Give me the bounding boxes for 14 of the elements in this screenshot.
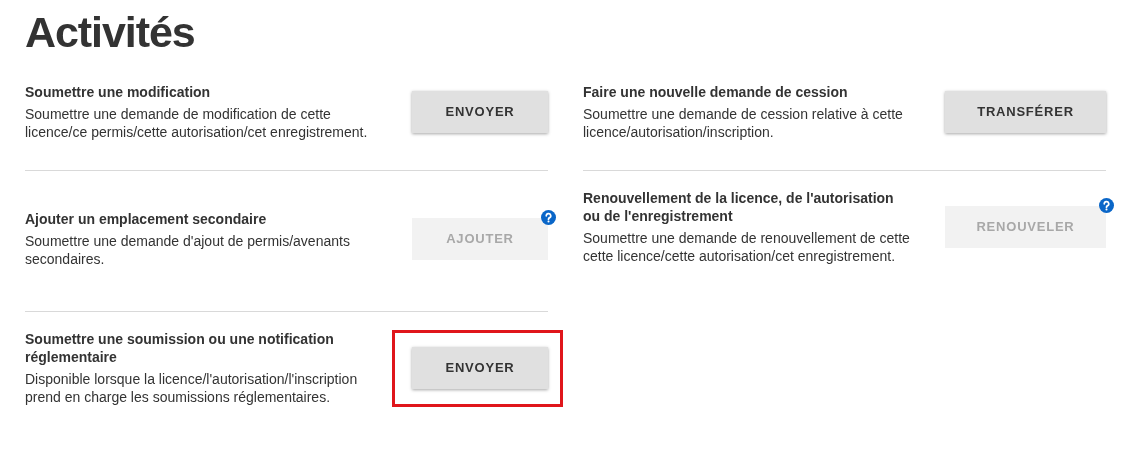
activity-title: Soumettre une modification bbox=[25, 83, 212, 101]
activity-title: Renouvellement de la licence, de l'autorisation ou de l'enregistrement bbox=[583, 189, 895, 225]
page-title: Activités bbox=[25, 7, 196, 58]
action-button[interactable]: ENVOYER bbox=[412, 347, 548, 389]
activity-title: Ajouter un emplacement secondaire bbox=[25, 210, 268, 228]
action-button[interactable]: TRANSFÉRER bbox=[945, 91, 1106, 133]
activity-description: Soumettre une demande de cession relative à cette licence/autorisation/inscription. bbox=[583, 105, 904, 141]
activity-title: Soumettre une soumission ou une notification réglementaire bbox=[25, 330, 335, 366]
activity-description: Soumettre une demande de renouvellement de cette cette licence/cette autorisation/cet enregistrement. bbox=[583, 229, 911, 265]
activity-description: Soumettre une demande de modification de cette licence/ce permis/cette autorisation/cet enregistrement. bbox=[25, 105, 369, 141]
activity-description: Soumettre une demande d'ajout de permis/avenants secondaires. bbox=[25, 232, 351, 268]
action-button[interactable]: ENVOYER bbox=[412, 91, 548, 133]
activity-description: Disponible lorsque la licence/l'autorisation/l'inscription prend en charge les soumissions réglementaires. bbox=[25, 370, 359, 406]
activity-title: Faire une nouvelle demande de cession bbox=[583, 83, 849, 101]
